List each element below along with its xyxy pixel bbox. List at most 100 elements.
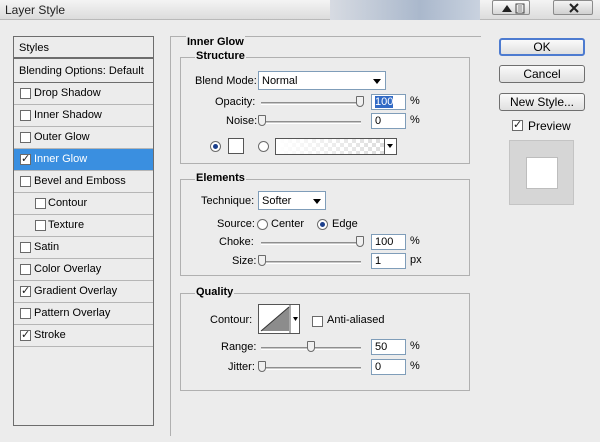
style-item-label: Gradient Overlay: [34, 285, 118, 297]
jitter-label: Jitter:: [228, 361, 255, 373]
glow-color-swatch[interactable]: [228, 138, 244, 154]
style-checkbox[interactable]: [20, 152, 31, 165]
style-checkbox[interactable]: [20, 110, 31, 121]
style-item-pattern-overlay[interactable]: Pattern Overlay: [14, 303, 153, 325]
title-bar: Layer Style: [0, 0, 600, 20]
blend-mode-label: Blend Mode:: [195, 75, 257, 87]
style-checkbox[interactable]: [20, 88, 31, 99]
anti-aliased-label[interactable]: Anti-aliased: [327, 314, 384, 326]
style-item-inner-shadow[interactable]: Inner Shadow: [14, 105, 153, 127]
size-slider-track[interactable]: [261, 261, 361, 264]
styles-header[interactable]: Styles: [14, 37, 153, 59]
choke-slider-thumb[interactable]: [356, 236, 364, 247]
style-item-label: Contour: [48, 197, 88, 209]
choke-label: Choke:: [219, 236, 254, 248]
chevron-down-icon[interactable]: [384, 139, 396, 154]
preview-checkbox[interactable]: [512, 118, 523, 131]
blending-options-item[interactable]: Blending Options: Default: [14, 61, 153, 83]
style-item-outer-glow[interactable]: Outer Glow: [14, 127, 153, 149]
style-item-satin[interactable]: Satin: [14, 237, 153, 259]
size-slider-thumb[interactable]: [258, 255, 266, 266]
noise-slider-thumb[interactable]: [258, 115, 266, 126]
style-item-label: Bevel and Emboss: [34, 175, 126, 187]
chevron-down-icon: [313, 199, 321, 204]
style-checkbox[interactable]: [20, 308, 31, 319]
noise-field[interactable]: 0: [371, 113, 406, 129]
source-center-label[interactable]: Center: [271, 218, 304, 230]
style-item-stroke[interactable]: Stroke: [14, 325, 153, 347]
opacity-slider-track[interactable]: [261, 102, 361, 105]
styles-header-label: Styles: [19, 42, 49, 54]
style-item-label: Texture: [48, 219, 85, 231]
style-checkbox[interactable]: [35, 198, 46, 209]
contour-label: Contour:: [210, 314, 253, 326]
elements-group: Elements Technique: Softer Source: Cente…: [180, 172, 470, 276]
close-button[interactable]: [553, 0, 593, 15]
size-field[interactable]: 1: [371, 253, 406, 269]
elements-title: Elements: [195, 172, 246, 184]
style-item-bevel-and-emboss[interactable]: Bevel and Emboss: [14, 171, 153, 193]
quality-group: Quality Contour: Anti-aliased Range: 50 …: [180, 286, 470, 391]
glow-gradient-picker[interactable]: [275, 138, 397, 155]
choke-field[interactable]: 100: [371, 234, 406, 250]
close-icon: [569, 3, 579, 13]
style-checkbox[interactable]: [20, 132, 31, 143]
chevron-down-icon: [373, 79, 381, 84]
style-item-label: Satin: [34, 241, 60, 253]
style-item-label: Pattern Overlay: [34, 307, 111, 319]
noise-label: Noise:: [226, 115, 258, 127]
gradient-fade: [276, 139, 384, 154]
jitter-field[interactable]: 0: [371, 359, 406, 375]
style-item-contour[interactable]: Contour: [14, 193, 153, 215]
range-field[interactable]: 50: [371, 339, 406, 355]
range-value: 50: [375, 341, 388, 353]
technique-select[interactable]: Softer: [258, 191, 326, 210]
noise-slider-track[interactable]: [261, 121, 361, 124]
jitter-slider-track[interactable]: [261, 367, 361, 370]
style-item-drop-shadow[interactable]: Drop Shadow: [14, 83, 153, 105]
opacity-unit: %: [410, 95, 420, 107]
style-item-gradient-overlay[interactable]: Gradient Overlay: [14, 281, 153, 303]
range-slider-thumb[interactable]: [307, 341, 315, 352]
structure-group: Structure Blend Mode: Normal Opacity: 10…: [180, 50, 470, 164]
opacity-field[interactable]: 100: [371, 94, 406, 110]
style-item-color-overlay[interactable]: Color Overlay: [14, 259, 153, 281]
style-checkbox[interactable]: [20, 242, 31, 253]
style-checkbox[interactable]: [20, 328, 31, 341]
choke-value: 100: [375, 236, 394, 248]
style-checkbox[interactable]: [20, 284, 31, 297]
source-center-radio[interactable]: [257, 219, 268, 230]
opacity-slider-thumb[interactable]: [356, 96, 364, 107]
style-item-label: Drop Shadow: [34, 87, 101, 99]
window-title: Layer Style: [5, 3, 66, 17]
style-checkbox[interactable]: [20, 264, 31, 275]
anti-aliased-checkbox[interactable]: [312, 316, 323, 327]
solid-color-radio[interactable]: [210, 141, 221, 152]
blend-mode-select[interactable]: Normal: [258, 71, 386, 90]
opacity-label: Opacity:: [215, 96, 256, 108]
size-value: 1: [375, 255, 382, 267]
jitter-slider-thumb[interactable]: [258, 361, 266, 372]
inner-glow-title: Inner Glow: [186, 36, 245, 48]
style-checkbox[interactable]: [20, 176, 31, 187]
source-edge-radio[interactable]: [317, 219, 328, 230]
preview-thumbnail: [509, 140, 574, 205]
style-item-texture[interactable]: Texture: [14, 215, 153, 237]
preview-label[interactable]: Preview: [528, 119, 571, 133]
choke-slider-track[interactable]: [261, 242, 361, 245]
new-style-button[interactable]: New Style...: [499, 93, 585, 111]
style-item-inner-glow[interactable]: Inner Glow: [14, 149, 153, 171]
background-window-strip: [330, 0, 480, 20]
source-edge-label[interactable]: Edge: [332, 218, 358, 230]
gradient-radio[interactable]: [258, 141, 269, 152]
contour-picker[interactable]: [258, 304, 300, 334]
blending-options-label: Blending Options: Default: [19, 65, 144, 77]
restore-button[interactable]: [492, 0, 530, 15]
inner-glow-panel: Inner Glow Structure Blend Mode: Normal …: [170, 36, 481, 436]
style-checkbox[interactable]: [35, 220, 46, 231]
cancel-button[interactable]: Cancel: [499, 65, 585, 83]
ok-button[interactable]: OK: [499, 38, 585, 56]
technique-value: Softer: [262, 195, 292, 207]
noise-unit: %: [410, 114, 420, 126]
choke-unit: %: [410, 235, 420, 247]
